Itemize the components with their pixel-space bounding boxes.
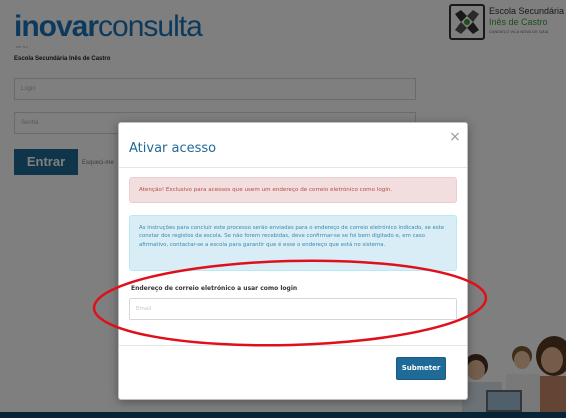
email-field[interactable] (129, 298, 457, 320)
submit-button[interactable]: Submeter (396, 357, 446, 380)
email-field-label: Endereço de correio eletrónico a usar co… (131, 285, 298, 292)
info-alert: As instruções para concluir este process… (129, 215, 457, 271)
warning-alert: Atenção! Exclusivo para acessos que usem… (129, 177, 457, 203)
close-icon[interactable]: × (447, 129, 463, 145)
activate-access-modal: Ativar acesso × Atenção! Exclusivo para … (118, 122, 468, 400)
modal-footer-divider (119, 345, 467, 346)
modal-header-divider (119, 167, 467, 168)
modal-title: Ativar acesso (129, 141, 217, 156)
